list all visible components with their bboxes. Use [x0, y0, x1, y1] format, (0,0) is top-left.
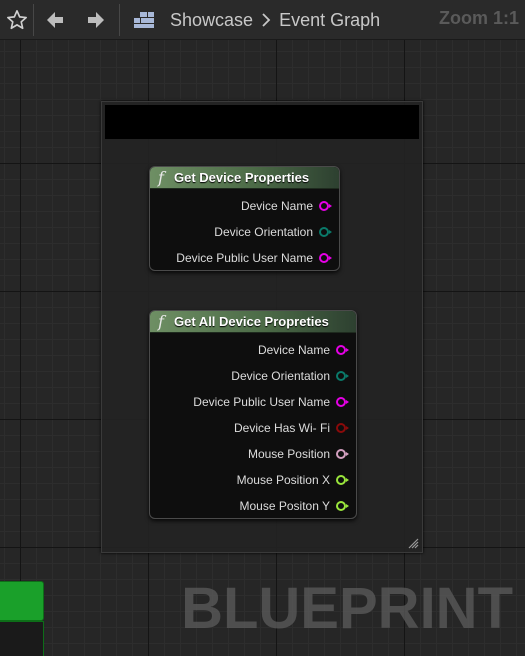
pin-row-device-has-wifi[interactable]: Device Has Wi- Fi: [150, 415, 356, 441]
back-button[interactable]: [41, 6, 69, 34]
function-icon: f: [158, 312, 164, 331]
graph-canvas[interactable]: Showcase Event Graph Zoom 1:1 f Get Devi…: [0, 0, 525, 656]
output-pin[interactable]: [319, 201, 332, 211]
pin-row-device-public-user-name[interactable]: Device Public User Name: [150, 245, 339, 270]
node-header[interactable]: f Get Device Properties: [150, 167, 339, 189]
pin-row-device-orientation[interactable]: Device Orientation: [150, 363, 356, 389]
star-icon: [7, 10, 27, 30]
pin-row-device-name[interactable]: Device Name: [150, 193, 339, 219]
node-title: Get Device Properties: [174, 170, 310, 185]
pin-label: Device Has Wi- Fi: [233, 421, 330, 435]
graph-button[interactable]: [130, 6, 158, 34]
output-pin[interactable]: [319, 227, 332, 237]
back-arrow-icon: [47, 12, 63, 28]
pin-label: Mouse Position: [247, 447, 330, 461]
favorite-button[interactable]: [3, 6, 31, 34]
partial-node-header[interactable]: [0, 581, 44, 621]
node-title: Get All Device Propreties: [174, 314, 329, 329]
output-pin[interactable]: [336, 501, 349, 511]
resize-grip-icon[interactable]: [407, 537, 419, 549]
pin-label: Device Public User Name: [193, 395, 330, 409]
node-get-device-properties[interactable]: f Get Device Properties Device Name Devi…: [149, 166, 340, 271]
breadcrumb-showcase[interactable]: Showcase: [170, 10, 253, 31]
output-pin[interactable]: [319, 253, 332, 263]
blueprint-watermark: BLUEPRINT: [181, 576, 513, 641]
pin-row-mouse-position-x[interactable]: Mouse Position X: [150, 467, 356, 493]
pin-label: Device Public User Name: [176, 251, 313, 265]
pin-row-device-name[interactable]: Device Name: [150, 337, 356, 363]
node-get-all-device-propreties[interactable]: f Get All Device Propreties Device Name …: [149, 310, 357, 519]
pin-label: Device Name: [257, 343, 330, 357]
toolbar-separator: [119, 4, 120, 36]
forward-arrow-icon: [88, 12, 104, 28]
comment-title[interactable]: [105, 105, 419, 139]
partial-node-body[interactable]: [0, 621, 44, 656]
toolbar-separator: [33, 4, 34, 36]
function-icon: f: [158, 168, 164, 187]
pin-label: Mouse Positon Y: [239, 499, 331, 513]
output-pin[interactable]: [336, 449, 349, 459]
output-pin[interactable]: [336, 475, 349, 485]
pin-row-device-orientation[interactable]: Device Orientation: [150, 219, 339, 245]
node-header[interactable]: f Get All Device Propreties: [150, 311, 356, 333]
pin-label: Mouse Position X: [236, 473, 330, 487]
pin-row-mouse-position-y[interactable]: Mouse Positon Y: [150, 493, 356, 518]
pin-row-mouse-position[interactable]: Mouse Position: [150, 441, 356, 467]
pin-label: Device Orientation: [231, 369, 330, 383]
zoom-level: Zoom 1:1: [438, 8, 519, 28]
forward-button[interactable]: [82, 6, 110, 34]
output-pin[interactable]: [336, 345, 349, 355]
chevron-right-icon: [262, 13, 271, 27]
graph-toolbar: Showcase Event Graph Zoom 1:1: [0, 0, 525, 40]
output-pin[interactable]: [336, 397, 349, 407]
pin-label: Device Name: [240, 199, 313, 213]
pin-row-device-public-user-name[interactable]: Device Public User Name: [150, 389, 356, 415]
breadcrumb: Showcase Event Graph: [170, 9, 380, 31]
breadcrumb-event-graph[interactable]: Event Graph: [279, 10, 380, 31]
output-pin[interactable]: [336, 371, 349, 381]
output-pin[interactable]: [336, 423, 349, 433]
pin-label: Device Orientation: [214, 225, 313, 239]
graph-icon: [134, 12, 154, 28]
